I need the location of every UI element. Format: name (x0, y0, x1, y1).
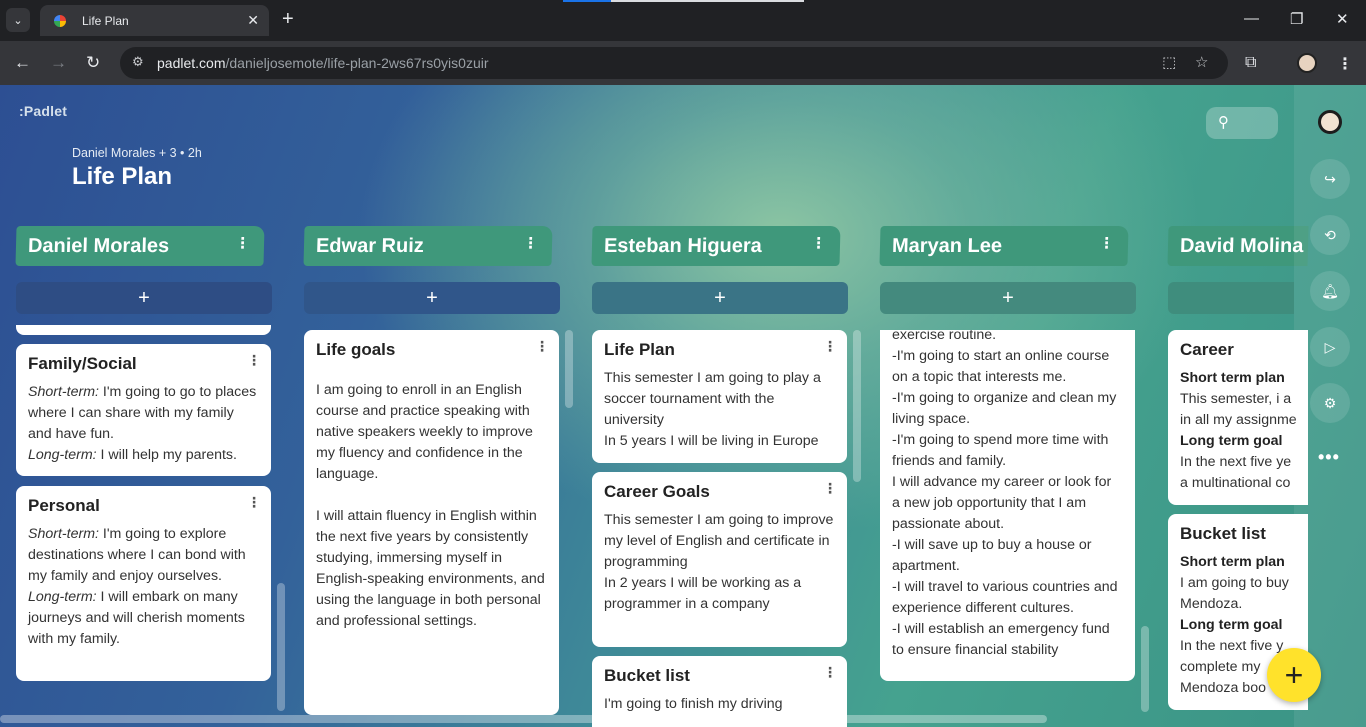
column-title: David Molina (1179, 235, 1304, 257)
add-post-button[interactable] (1168, 282, 1294, 314)
tab-title: Life Plan (82, 13, 129, 28)
post-title: Career (1180, 340, 1234, 359)
post-card[interactable]: exercise routine. -I'm going to start an… (880, 330, 1135, 681)
column-menu-icon[interactable]: ⋮ (523, 234, 538, 252)
column-menu-icon[interactable]: ⋮ (1099, 234, 1114, 252)
post-body: I am going to buy Mendoza. (1180, 575, 1289, 612)
reload-icon[interactable]: ↻ (86, 53, 100, 73)
post-title: Bucket list (1180, 524, 1266, 543)
post-menu-icon[interactable]: ⋮ (823, 664, 837, 681)
post-body: This semester, i a in all my assignme (1180, 391, 1297, 428)
column-header-david-molina[interactable]: David Molina (1167, 226, 1309, 266)
forward-icon[interactable]: → (50, 53, 67, 73)
loading-bar-track (611, 0, 804, 2)
post-card-partial[interactable] (16, 325, 271, 335)
site-info-icon[interactable]: ⚙ (132, 54, 144, 70)
post-card[interactable]: Life Plan ⋮ This semester I am going to … (592, 330, 847, 463)
column-menu-icon[interactable]: ⋮ (811, 234, 826, 252)
post-body: exercise routine. -I'm going to start an… (892, 330, 1118, 658)
post-card[interactable]: Career Short term plan This semester, i … (1168, 330, 1308, 505)
add-post-button[interactable]: + (592, 282, 848, 314)
settings-gear-icon[interactable]: ⚙ (1310, 383, 1350, 423)
back-icon[interactable]: ← (14, 53, 31, 73)
browser-tab-bar: ⌄ Life Plan ✕ + — ❐ ✕ (0, 0, 1366, 41)
column-title: Daniel Morales (27, 235, 170, 257)
post-menu-icon[interactable]: ⋮ (823, 480, 837, 497)
page-title: Life Plan (72, 163, 173, 190)
chrome-menu-icon[interactable]: ⋮ (1337, 54, 1353, 74)
column-scrollbar[interactable] (565, 330, 573, 408)
post-menu-icon[interactable]: ⋮ (247, 494, 261, 511)
post-title: Life goals (316, 340, 396, 359)
post-subheading: Short term plan (1180, 554, 1285, 570)
post-body: Short-term: I'm going to go to places wh… (28, 384, 257, 463)
column-title: Edwar Ruiz (315, 235, 425, 257)
omnibox[interactable]: ⚙ padlet.com/danieljosemote/life-plan-2w… (120, 47, 1228, 79)
column-title: Esteban Higuera (603, 235, 763, 257)
post-menu-icon[interactable]: ⋮ (535, 338, 549, 355)
column-scrollbar[interactable] (1141, 626, 1149, 712)
profile-avatar[interactable] (1297, 53, 1317, 73)
post-body: This semester I am going to improve my l… (604, 512, 834, 612)
post-title: Life Plan (604, 340, 675, 359)
more-options-icon[interactable]: ••• (1318, 447, 1340, 468)
post-title: Career Goals (604, 482, 710, 501)
post-paragraph: I am going to enroll in an English cours… (316, 382, 533, 482)
post-title: Personal (28, 496, 100, 515)
add-post-button[interactable]: + (16, 282, 272, 314)
loading-bar-active (563, 0, 611, 2)
post-subheading: Long term goal (1180, 617, 1283, 633)
post-title: Family/Social (28, 354, 137, 373)
add-post-fab-button[interactable]: + (1267, 648, 1321, 702)
column-header-esteban-higuera[interactable]: Esteban Higuera ⋮ (591, 226, 841, 266)
url-text[interactable]: padlet.com/danieljosemote/life-plan-2ws6… (157, 55, 489, 71)
column-header-daniel-morales[interactable]: Daniel Morales ⋮ (15, 226, 265, 266)
column-header-edwar-ruiz[interactable]: Edwar Ruiz ⋮ (303, 226, 553, 266)
post-body: In the next five ye a multinational co (1180, 454, 1292, 491)
install-app-icon[interactable]: ⬚ (1162, 53, 1176, 71)
slideshow-play-icon[interactable]: ▷ (1310, 327, 1350, 367)
tab-search-dropdown[interactable]: ⌄ (6, 8, 30, 32)
post-title: Bucket list (604, 666, 690, 685)
new-tab-button[interactable]: + (282, 8, 294, 30)
post-menu-icon[interactable]: ⋮ (247, 352, 261, 369)
user-avatar[interactable] (1318, 110, 1342, 134)
padlet-board: :Padlet Daniel Morales + 3 • 2h Life Pla… (0, 85, 1366, 727)
column-scrollbar[interactable] (853, 330, 861, 482)
padlet-logo[interactable]: :Padlet (19, 103, 67, 119)
post-body: Short-term: I'm going to explore destina… (28, 526, 246, 647)
horizontal-scrollbar[interactable] (0, 715, 1047, 723)
post-card[interactable]: Personal ⋮ Short-term: I'm going to expl… (16, 486, 271, 681)
post-subheading: Short term plan (1180, 370, 1285, 386)
column-menu-icon[interactable]: ⋮ (235, 234, 250, 252)
remake-icon[interactable]: ⟲ (1310, 215, 1350, 255)
extensions-icon[interactable]: ⧉ (1245, 54, 1256, 72)
search-button[interactable]: ⚲ (1206, 107, 1278, 139)
post-subheading: Long term goal (1180, 433, 1283, 449)
post-body: I'm going to finish my driving (604, 696, 783, 712)
close-window-icon[interactable]: ✕ (1336, 10, 1349, 28)
minimize-icon[interactable]: — (1244, 10, 1259, 27)
post-paragraph: I will attain fluency in English within … (316, 508, 545, 629)
post-card[interactable]: Career Goals ⋮ This semester I am going … (592, 472, 847, 647)
column-header-maryan-lee[interactable]: Maryan Lee ⋮ (879, 226, 1129, 266)
column-title: Maryan Lee (891, 235, 1003, 257)
close-tab-icon[interactable]: ✕ (247, 12, 259, 29)
post-card[interactable]: Life goals ⋮ I am going to enroll in an … (304, 330, 559, 715)
post-body: This semester I am going to play a socce… (604, 370, 821, 449)
share-icon[interactable]: ↪ (1310, 159, 1350, 199)
padlet-favicon-icon (54, 14, 66, 27)
browser-tab[interactable]: Life Plan ✕ (40, 5, 269, 36)
bookmark-star-icon[interactable]: ☆ (1195, 53, 1208, 71)
notifications-icon[interactable]: 🔔︎ (1310, 271, 1350, 311)
column-scrollbar[interactable] (277, 583, 285, 711)
post-card[interactable]: Family/Social ⋮ Short-term: I'm going to… (16, 344, 271, 476)
post-menu-icon[interactable]: ⋮ (823, 338, 837, 355)
search-icon: ⚲ (1218, 114, 1229, 131)
add-post-button[interactable]: + (304, 282, 560, 314)
add-post-button[interactable]: + (880, 282, 1136, 314)
board-meta: Daniel Morales + 3 • 2h (72, 146, 202, 160)
restore-icon[interactable]: ❐ (1290, 10, 1303, 28)
